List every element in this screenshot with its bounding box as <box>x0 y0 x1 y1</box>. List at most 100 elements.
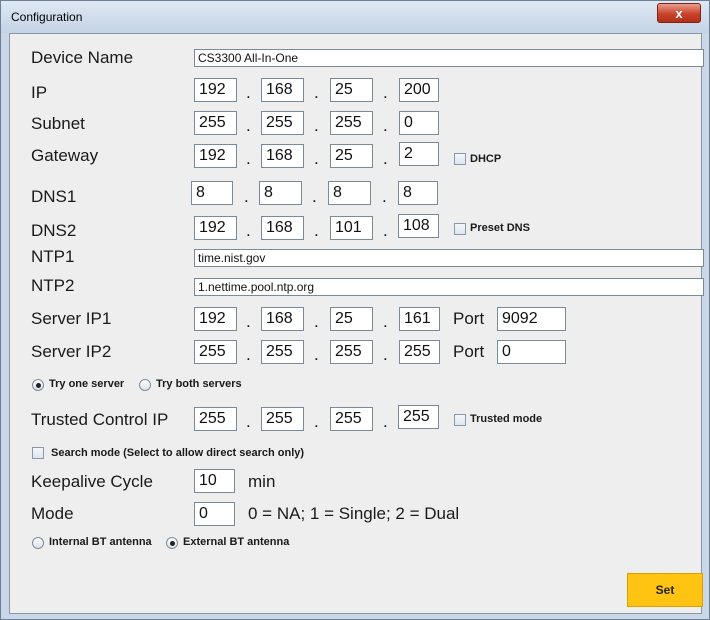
configuration-window: Configuration x Device Name CS3300 All-I… <box>0 0 710 620</box>
keepalive-cycle-input[interactable]: 10 <box>194 469 235 493</box>
subnet-octet-3[interactable]: 255 <box>330 111 373 135</box>
close-icon: x <box>675 6 683 21</box>
mode-input[interactable]: 0 <box>194 502 235 526</box>
dns1-octet-3[interactable]: 8 <box>328 181 371 205</box>
ip-label: IP <box>31 83 48 102</box>
gateway-octet-4[interactable]: 2 <box>399 142 439 166</box>
set-button[interactable]: Set <box>627 573 703 607</box>
dns2-label: DNS2 <box>31 221 77 240</box>
ip-octet-3[interactable]: 25 <box>330 78 373 102</box>
server-ip1-separator: . <box>383 312 388 331</box>
ip-separator: . <box>314 83 319 102</box>
external-bt-antenna-label: External BT antenna <box>183 536 290 548</box>
ntp2-label: NTP2 <box>31 276 75 295</box>
dns2-octet-2[interactable]: 168 <box>261 216 304 240</box>
ip-separator: . <box>246 83 251 102</box>
dns1-label: DNS1 <box>31 187 77 206</box>
server-ip2-octet-4[interactable]: 255 <box>399 340 440 364</box>
internal-bt-antenna-radio[interactable] <box>32 537 44 549</box>
server-ip2-separator: . <box>246 345 251 364</box>
dns2-separator: . <box>383 221 388 240</box>
ip-separator: . <box>383 83 388 102</box>
subnet-octet-1[interactable]: 255 <box>194 111 237 135</box>
dns2-octet-3[interactable]: 101 <box>330 216 373 240</box>
gateway-octet-3[interactable]: 25 <box>330 144 373 168</box>
ip-octet-1[interactable]: 192 <box>194 78 237 102</box>
server-ip1-octet-3[interactable]: 25 <box>330 307 373 331</box>
server-ip1-port-input[interactable]: 9092 <box>497 307 566 331</box>
server-ip1-label: Server IP1 <box>31 309 112 328</box>
try-one-server-label: Try one server <box>49 378 125 390</box>
device-name-input[interactable]: CS3300 All-In-One <box>194 49 704 67</box>
gateway-separator: . <box>246 149 251 168</box>
trusted-ip-separator: . <box>314 412 319 431</box>
trusted-ip-separator: . <box>383 412 388 431</box>
server-ip1-separator: . <box>314 312 319 331</box>
dns1-octet-4[interactable]: 8 <box>398 181 438 205</box>
try-one-server-radio[interactable] <box>32 379 44 391</box>
dhcp-checkbox[interactable] <box>454 153 466 165</box>
ntp1-input[interactable]: time.nist.gov <box>194 249 704 267</box>
external-bt-antenna-radio[interactable] <box>166 537 178 549</box>
mode-label: Mode <box>31 504 74 523</box>
server-ip1-octet-2[interactable]: 168 <box>261 307 304 331</box>
ntp2-input[interactable]: 1.nettime.pool.ntp.org <box>194 278 704 296</box>
ntp1-label: NTP1 <box>31 247 75 266</box>
dns2-octet-4[interactable]: 108 <box>398 214 439 238</box>
gateway-octet-2[interactable]: 168 <box>261 144 304 168</box>
server-ip2-separator: . <box>314 345 319 364</box>
keepalive-unit-label: min <box>248 472 276 491</box>
trusted-mode-checkbox[interactable] <box>454 414 466 426</box>
subnet-octet-2[interactable]: 255 <box>261 111 304 135</box>
subnet-separator: . <box>314 116 319 135</box>
device-name-label: Device Name <box>31 48 134 67</box>
mode-hint: 0 = NA; 1 = Single; 2 = Dual <box>248 504 460 523</box>
search-mode-checkbox[interactable] <box>32 447 44 459</box>
gateway-octet-1[interactable]: 192 <box>194 144 237 168</box>
trusted-ip-octet-2[interactable]: 255 <box>261 407 304 431</box>
server-ip1-port-label: Port <box>453 309 485 328</box>
ip-octet-4[interactable]: 200 <box>399 78 439 102</box>
subnet-separator: . <box>383 116 388 135</box>
search-mode-label: Search mode (Select to allow direct sear… <box>51 447 305 459</box>
trusted-control-ip-label: Trusted Control IP <box>31 410 169 429</box>
gateway-label: Gateway <box>31 146 99 165</box>
dns1-octet-2[interactable]: 8 <box>259 181 302 205</box>
subnet-label: Subnet <box>31 114 85 133</box>
subnet-separator: . <box>246 116 251 135</box>
server-ip2-octet-2[interactable]: 255 <box>261 340 304 364</box>
title-bar[interactable]: Configuration x <box>1 1 709 33</box>
server-ip2-port-label: Port <box>453 342 485 361</box>
try-both-servers-label: Try both servers <box>156 378 242 390</box>
window-title: Configuration <box>11 10 83 24</box>
server-ip2-separator: . <box>383 345 388 364</box>
dns2-separator: . <box>314 221 319 240</box>
trusted-ip-octet-3[interactable]: 255 <box>330 407 373 431</box>
trusted-ip-separator: . <box>246 412 251 431</box>
dns2-octet-1[interactable]: 192 <box>194 216 237 240</box>
dns1-octet-1[interactable]: 8 <box>191 181 233 205</box>
server-ip2-port-input[interactable]: 0 <box>497 340 566 364</box>
dns1-separator: . <box>244 187 249 206</box>
subnet-octet-4[interactable]: 0 <box>399 111 439 135</box>
server-ip1-octet-1[interactable]: 192 <box>194 307 237 331</box>
server-ip2-octet-1[interactable]: 255 <box>194 340 237 364</box>
dhcp-label: DHCP <box>470 153 502 165</box>
keepalive-cycle-label: Keepalive Cycle <box>31 472 153 491</box>
server-ip1-octet-4[interactable]: 161 <box>399 307 440 331</box>
preset-dns-checkbox[interactable] <box>454 223 466 235</box>
close-button[interactable]: x <box>657 3 701 23</box>
preset-dns-label: Preset DNS <box>470 222 530 234</box>
trusted-ip-octet-1[interactable]: 255 <box>194 407 237 431</box>
dns1-separator: . <box>382 187 387 206</box>
trusted-ip-octet-4[interactable]: 255 <box>398 405 439 429</box>
dns1-separator: . <box>312 187 317 206</box>
dns2-separator: . <box>246 221 251 240</box>
server-ip2-label: Server IP2 <box>31 342 112 361</box>
ip-octet-2[interactable]: 168 <box>261 78 304 102</box>
internal-bt-antenna-label: Internal BT antenna <box>49 536 152 548</box>
server-ip1-separator: . <box>246 312 251 331</box>
server-ip2-octet-3[interactable]: 255 <box>330 340 373 364</box>
gateway-separator: . <box>383 149 388 168</box>
try-both-servers-radio[interactable] <box>139 379 151 391</box>
